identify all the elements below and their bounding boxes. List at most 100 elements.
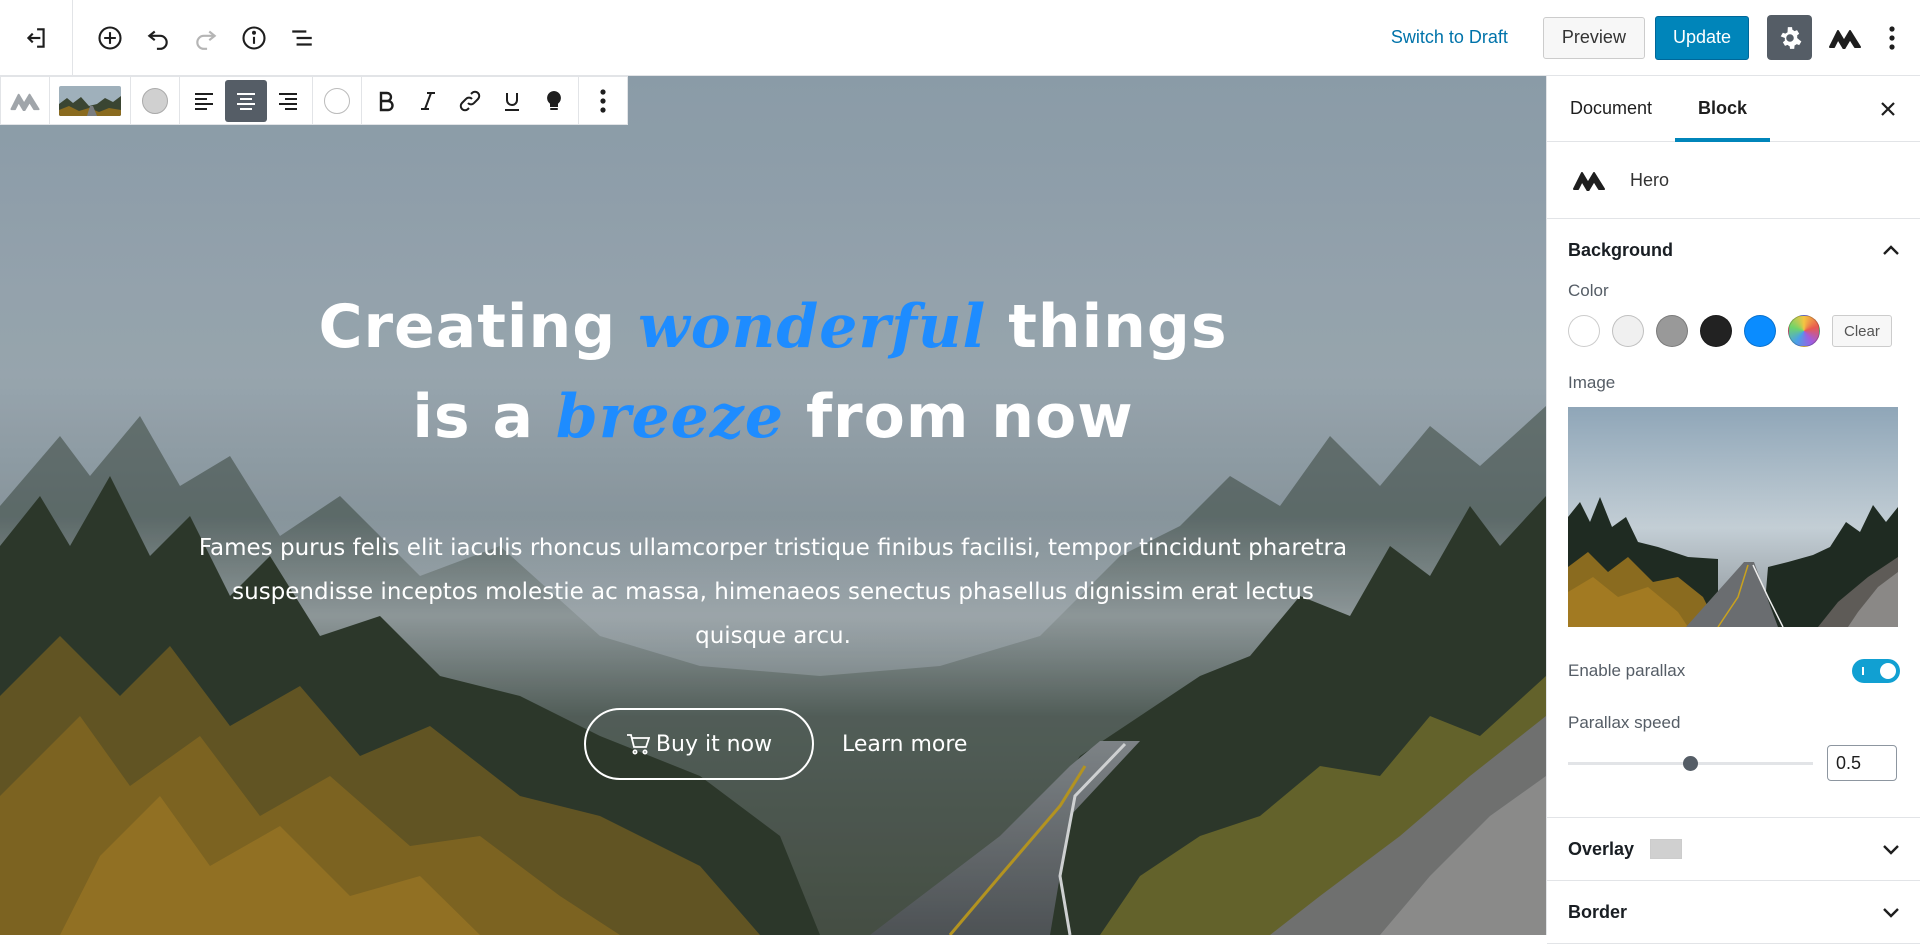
plus-circle-icon (98, 25, 122, 50)
brand-logo-icon (1573, 172, 1605, 191)
block-toolbar (0, 76, 628, 125)
toggle-on-indicator (1862, 667, 1864, 675)
align-right-icon (279, 92, 297, 110)
back-button[interactable] (0, 0, 73, 76)
chevron-down-icon (1883, 845, 1899, 855)
headline-text: is a (412, 382, 556, 452)
panel-title: Border (1568, 901, 1628, 922)
block-type-button[interactable] (4, 80, 46, 122)
headline-accent: wonderful (638, 292, 987, 362)
hero-headline-line2[interactable]: is a breeze from now (0, 382, 1546, 452)
parallax-speed-slider[interactable] (1568, 755, 1813, 771)
outline-button[interactable] (278, 14, 326, 62)
sidebar-tabs: Document Block (1547, 76, 1920, 142)
info-button[interactable] (230, 14, 278, 62)
brand-logo-icon (1829, 29, 1861, 49)
custom-color-picker[interactable] (1788, 315, 1820, 347)
background-panel-toggle[interactable]: Background (1547, 219, 1920, 281)
lead-line: Fames purus felis elit iaculis rhoncus u… (198, 535, 1348, 561)
landscape-thumbnail-image (59, 85, 121, 116)
hero-lead-paragraph[interactable]: Fames purus felis elit iaculis rhoncus u… (195, 526, 1351, 658)
image-label: Image (1568, 373, 1616, 392)
parallax-speed-control: 0.5 (1568, 745, 1900, 817)
chevron-down-icon (1883, 908, 1899, 918)
slider-thumb[interactable] (1683, 755, 1698, 771)
overlay-panel-toggle[interactable]: Overlay (1547, 818, 1920, 880)
hero-headline-line1[interactable]: Creating wonderful things (0, 292, 1546, 362)
clear-color-button[interactable]: Clear (1832, 315, 1892, 347)
parallax-label: Enable parallax (1568, 661, 1686, 680)
preview-button[interactable]: Preview (1542, 16, 1645, 59)
toolbar-group-block-type (1, 77, 50, 124)
align-center-icon (237, 92, 255, 110)
redo-icon (196, 30, 217, 50)
align-right-button[interactable] (267, 80, 309, 122)
buy-button-label: Buy it now (655, 731, 773, 757)
redo-button[interactable] (182, 14, 230, 62)
hero-block[interactable]: Creating wonderful things is a breeze fr… (0, 76, 1546, 935)
switch-to-draft-link[interactable]: Switch to Draft (1391, 27, 1508, 48)
undo-button[interactable] (134, 14, 182, 62)
underline-button[interactable] (491, 80, 533, 122)
tab-block[interactable]: Block (1675, 76, 1771, 142)
align-center-button[interactable] (225, 79, 267, 122)
italic-icon (421, 91, 435, 110)
plugin-brand-button[interactable] (1822, 15, 1868, 61)
add-block-button[interactable] (86, 14, 134, 62)
toolbar-group-media (50, 77, 131, 124)
background-image-preview[interactable] (1568, 407, 1898, 627)
update-button[interactable]: Update (1654, 15, 1749, 60)
link-icon (459, 90, 481, 111)
text-color-button[interactable] (316, 80, 358, 122)
editor-header: Switch to Draft Preview Update (0, 0, 1920, 76)
background-color-swatch (142, 87, 168, 114)
italic-button[interactable] (407, 80, 449, 122)
editor-canvas: Creating wonderful things is a breeze fr… (0, 76, 1546, 935)
gear-icon (1780, 26, 1801, 49)
buy-it-now-button[interactable]: Buy it now (584, 708, 814, 780)
background-color-button[interactable] (134, 80, 176, 122)
align-left-button[interactable] (183, 80, 225, 122)
link-button[interactable] (449, 80, 491, 122)
underline-icon (505, 92, 519, 111)
block-more-options-button[interactable] (582, 80, 624, 122)
lead-line: quisque arcu. (695, 623, 851, 649)
toolbar-group-bg-color (131, 77, 180, 124)
chevron-up-icon (1883, 245, 1899, 255)
list-outline-icon (292, 29, 312, 46)
toolbar-group-text-color (313, 77, 362, 124)
headline-text: Creating (318, 292, 639, 362)
exit-icon (26, 27, 45, 48)
headline-text: things (986, 292, 1228, 362)
block-name: Hero (1630, 169, 1670, 190)
lead-line: suspendisse inceptos molestie ac massa, … (232, 579, 1314, 605)
tab-document[interactable]: Document (1547, 76, 1675, 141)
parallax-toggle[interactable] (1852, 659, 1900, 683)
color-swatch-blue[interactable] (1744, 315, 1776, 347)
parallax-row: Enable parallax (1568, 659, 1900, 683)
color-swatch-light-grey[interactable] (1612, 315, 1644, 347)
color-swatch-grey[interactable] (1656, 315, 1688, 347)
toolbar-group-alignment (180, 77, 313, 124)
toggle-knob (1880, 663, 1896, 679)
parallax-speed-input[interactable]: 0.5 (1827, 745, 1897, 781)
learn-more-link[interactable]: Learn more (842, 708, 967, 780)
undo-icon (147, 30, 168, 50)
panel-title: Overlay (1568, 839, 1683, 860)
align-left-icon (195, 92, 213, 110)
bold-button[interactable] (365, 80, 407, 122)
overlay-panel: Overlay (1547, 818, 1920, 881)
block-card: Hero (1547, 142, 1920, 219)
settings-button[interactable] (1767, 15, 1812, 60)
border-panel-toggle[interactable]: Border (1547, 881, 1920, 943)
background-image-thumbnail[interactable] (59, 85, 121, 116)
close-sidebar-button[interactable] (1866, 87, 1910, 131)
background-panel-body: Color Clear Image Enable parallax Parall… (1547, 281, 1920, 817)
lightbulb-icon (547, 90, 561, 110)
road-landscape-image (1568, 407, 1898, 627)
text-color-swatch (324, 87, 350, 114)
highlight-button[interactable] (533, 80, 575, 122)
color-swatch-white[interactable] (1568, 315, 1600, 347)
color-swatch-black[interactable] (1700, 315, 1732, 347)
more-options-button[interactable] (1872, 15, 1912, 61)
